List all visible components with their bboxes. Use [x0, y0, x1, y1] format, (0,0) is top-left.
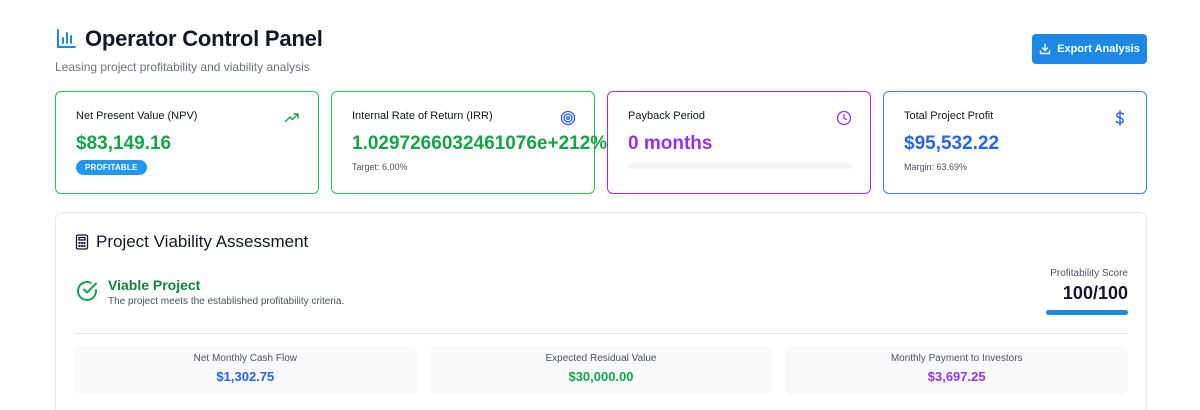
- metrics-row: Net Monthly Cash Flow $1,302.75 Expected…: [74, 346, 1129, 394]
- metric-expected-residual-value: Expected Residual Value $30,000.00: [429, 346, 773, 394]
- viability-title: Project Viability Assessment: [96, 232, 309, 251]
- score-bar: [1046, 310, 1128, 315]
- irr-label: Internal Rate of Return (IRR): [352, 110, 493, 122]
- download-icon: [1039, 43, 1051, 55]
- kpi-cards: Net Present Value (NPV) $83,149.16 PROFI…: [55, 91, 1147, 194]
- viability-status-description: The project meets the established profit…: [108, 296, 345, 307]
- metric-value: $30,000.00: [568, 369, 634, 384]
- irr-card: Internal Rate of Return (IRR) 1.02972660…: [331, 91, 608, 194]
- score-value: 100/100: [1062, 283, 1128, 303]
- clock-icon: [836, 110, 852, 126]
- profitability-score: Profitability Score 100/100: [968, 268, 1128, 315]
- trending-up-icon: [284, 110, 300, 126]
- npv-value: $83,149.16: [76, 133, 172, 154]
- npv-label: Net Present Value (NPV): [76, 110, 198, 122]
- irr-target-note: Target: 6.00%: [352, 162, 408, 172]
- bar-chart-icon: [55, 28, 77, 50]
- page-subtitle: Leasing project profitability and viabil…: [55, 60, 310, 74]
- payback-label: Payback Period: [628, 110, 706, 122]
- score-bar-fill: [1046, 310, 1128, 315]
- metric-value: $3,697.25: [927, 369, 986, 384]
- payback-card: Payback Period 0 months: [607, 91, 871, 194]
- score-label: Profitability Score: [1050, 268, 1128, 279]
- divider: [74, 333, 1128, 334]
- profit-margin-note: Margin: 63.69%: [904, 162, 968, 172]
- profit-value: $95,532.22: [904, 133, 1000, 154]
- viability-panel: Project Viability Assessment Viable Proj…: [55, 212, 1147, 410]
- metric-label: Monthly Payment to Investors: [890, 353, 1023, 364]
- check-circle-icon: [75, 279, 99, 303]
- target-icon: [560, 110, 576, 126]
- calculator-icon: [75, 234, 89, 250]
- title-row: Operator Control Panel: [55, 26, 1147, 52]
- profit-card: Total Project Profit $95,532.22 Margin: …: [883, 91, 1147, 194]
- profitable-badge: PROFITABLE: [76, 160, 147, 175]
- metric-monthly-payment-to-investors: Monthly Payment to Investors $3,697.25: [785, 346, 1129, 394]
- irr-value: 1.0297266032461076e+212%: [352, 133, 608, 154]
- export-analysis-button[interactable]: Export Analysis: [1032, 34, 1147, 64]
- viability-title-row: Project Viability Assessment: [75, 232, 308, 252]
- payback-progress-bar: [628, 163, 852, 169]
- page-title: Operator Control Panel: [85, 26, 323, 51]
- metric-label: Expected Residual Value: [545, 353, 657, 364]
- profit-label: Total Project Profit: [904, 110, 994, 122]
- metric-label: Net Monthly Cash Flow: [193, 353, 298, 364]
- metric-value: $1,302.75: [216, 369, 275, 384]
- payback-value: 0 months: [628, 133, 713, 154]
- metric-net-monthly-cash-flow: Net Monthly Cash Flow $1,302.75: [74, 346, 417, 394]
- export-analysis-label: Export Analysis: [1057, 43, 1140, 55]
- viability-status-title: Viable Project: [108, 277, 201, 293]
- page-header: Operator Control Panel Leasing project p…: [55, 26, 1147, 76]
- dollar-icon: [1112, 110, 1128, 126]
- npv-card: Net Present Value (NPV) $83,149.16 PROFI…: [55, 91, 319, 194]
